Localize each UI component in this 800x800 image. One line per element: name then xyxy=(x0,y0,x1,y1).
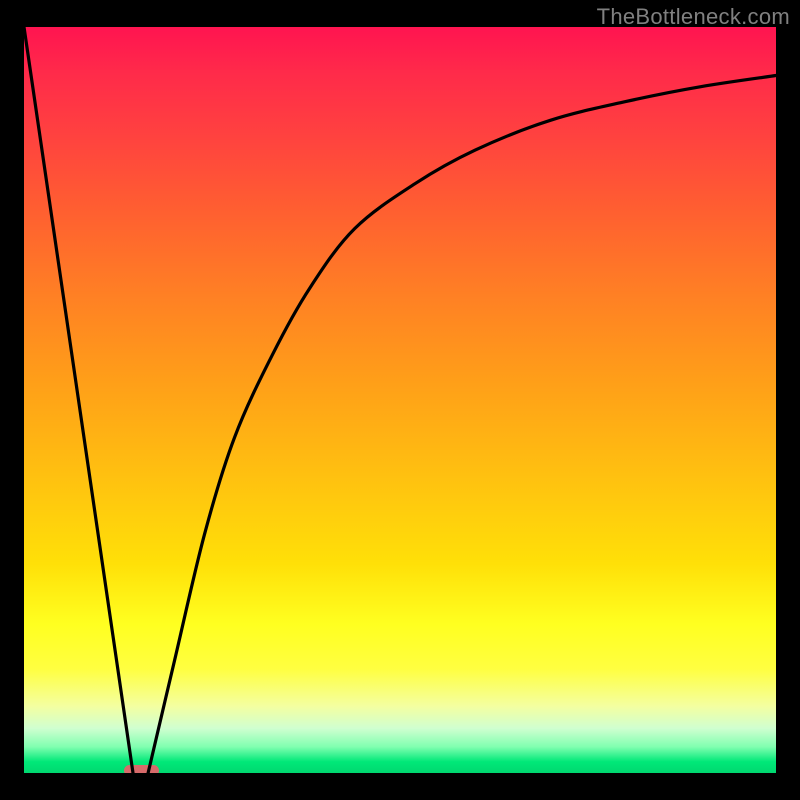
chart-frame: TheBottleneck.com xyxy=(0,0,800,800)
curve-left-branch xyxy=(24,27,133,773)
curve-right-branch xyxy=(148,76,776,774)
bottleneck-curve xyxy=(24,27,776,773)
plot-area xyxy=(24,27,776,773)
watermark-text: TheBottleneck.com xyxy=(597,4,790,30)
